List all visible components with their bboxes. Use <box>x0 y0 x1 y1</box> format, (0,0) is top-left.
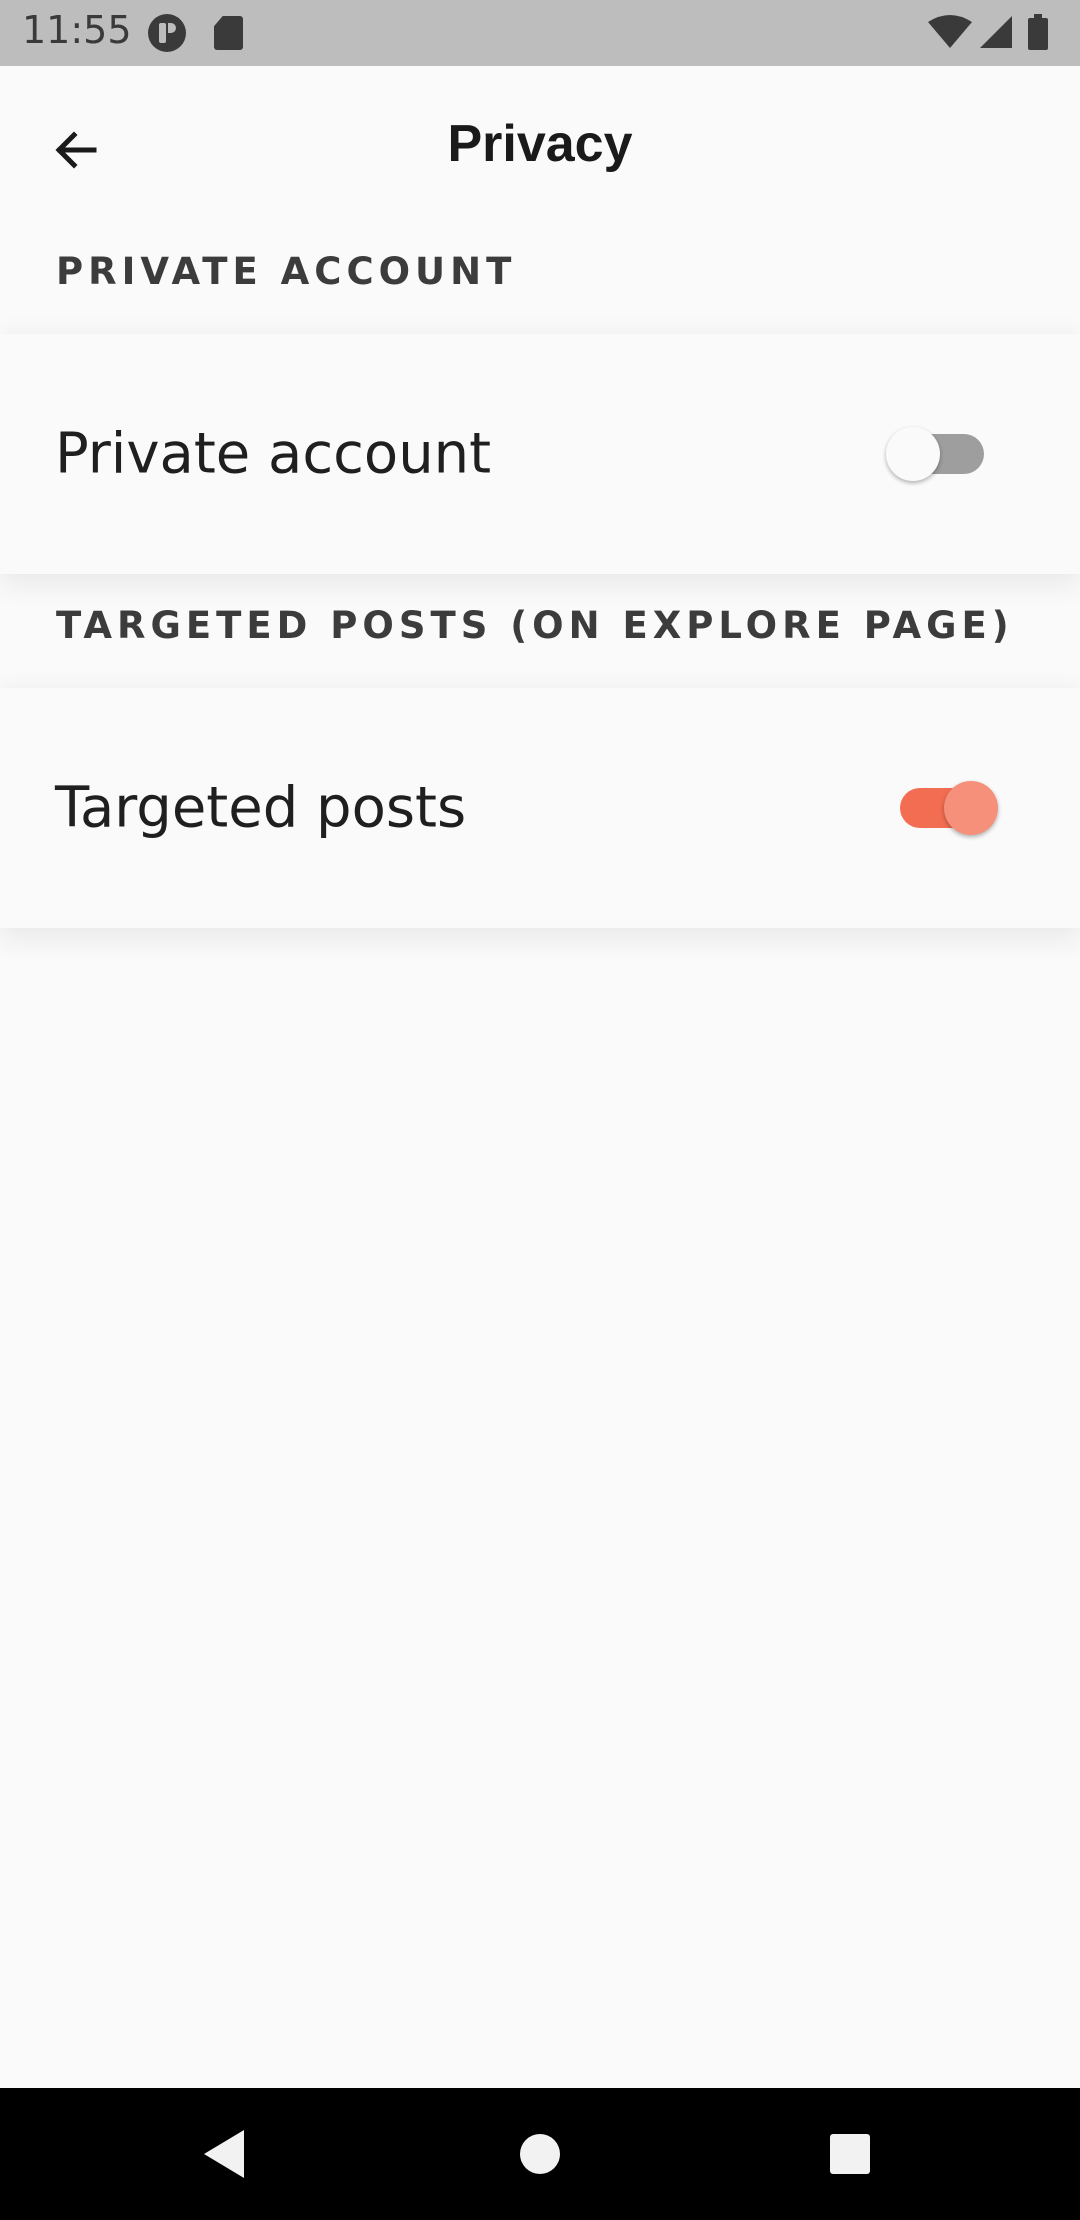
section-header-private-account: PRIVATE ACCOUNT <box>56 250 517 293</box>
status-bar: 11:55 <box>0 0 1080 66</box>
recents-square-icon <box>830 2134 870 2174</box>
system-nav-bar <box>0 2088 1080 2220</box>
nav-home-button[interactable] <box>504 2118 576 2190</box>
status-time: 11:55 <box>22 8 132 52</box>
targeted-posts-toggle[interactable] <box>888 778 998 838</box>
back-triangle-icon <box>204 2130 244 2178</box>
status-icons-right <box>928 14 1048 50</box>
row-targeted-posts[interactable]: Targeted posts <box>0 688 1080 928</box>
private-account-toggle[interactable] <box>886 424 996 484</box>
p-icon <box>148 14 186 52</box>
home-circle-icon <box>520 2134 560 2174</box>
wifi-icon <box>928 15 972 48</box>
row-private-account[interactable]: Private account <box>0 334 1080 574</box>
row-label-private-account: Private account <box>55 421 492 487</box>
nav-back-button[interactable] <box>190 2118 262 2190</box>
section-header-targeted-posts: TARGETED POSTS (ON EXPLORE PAGE) <box>56 604 1014 647</box>
sd-card-icon <box>214 16 243 50</box>
cell-signal-icon <box>980 16 1012 48</box>
nav-recents-button[interactable] <box>814 2118 886 2190</box>
page-title: Privacy <box>447 115 633 173</box>
row-label-targeted-posts: Targeted posts <box>55 775 467 841</box>
app-bar: Privacy <box>0 66 1080 224</box>
battery-icon <box>1028 18 1048 50</box>
